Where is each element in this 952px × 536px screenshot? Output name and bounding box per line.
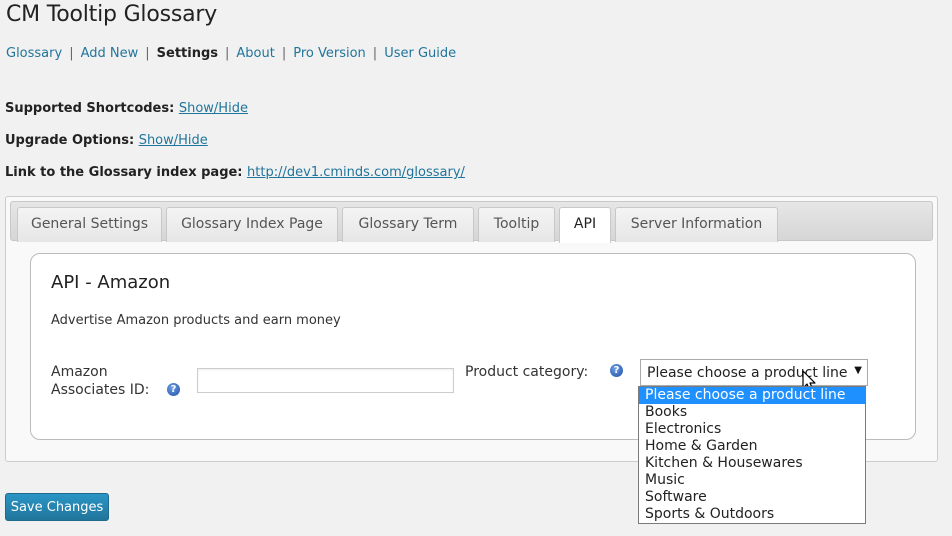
associates-id-input[interactable] xyxy=(197,368,454,393)
subnav-separator: | xyxy=(145,46,150,61)
index-page-label: Link to the Glossary index page: xyxy=(5,165,243,180)
subnav-separator: | xyxy=(372,46,378,61)
dropdown-option[interactable]: Software xyxy=(639,489,865,506)
tab-general-settings[interactable]: General Settings xyxy=(17,207,162,242)
help-icon[interactable]: ? xyxy=(610,364,623,377)
subnav-pro-version[interactable]: Pro Version xyxy=(293,46,366,61)
subnav-about[interactable]: About xyxy=(236,46,274,61)
product-category-dropdown: Please choose a product line Books Electro… xyxy=(638,386,866,524)
chevron-down-icon: ▼ xyxy=(854,365,862,376)
subnav-glossary[interactable]: Glossary xyxy=(6,46,62,61)
product-category-label: Product category: xyxy=(465,364,589,380)
dropdown-option[interactable]: Kitchen & Housewares xyxy=(639,455,865,472)
product-category-select[interactable]: Please choose a product line ▼ xyxy=(640,359,868,386)
index-page-line: Link to the Glossary index page: http://… xyxy=(5,165,465,180)
dropdown-option[interactable]: Music xyxy=(639,472,865,489)
dropdown-option[interactable]: Home & Garden xyxy=(639,438,865,455)
subnav-separator: | xyxy=(225,46,230,61)
shortcodes-label: Supported Shortcodes: xyxy=(5,101,175,116)
panel-description: Advertise Amazon products and earn money xyxy=(51,313,341,328)
save-changes-button[interactable]: Save Changes xyxy=(5,493,109,521)
dropdown-option[interactable]: Please choose a product line xyxy=(639,387,865,404)
subnav-settings: Settings xyxy=(156,46,219,61)
associates-id-label-line2: Associates ID: xyxy=(51,382,150,398)
subnav-separator: | xyxy=(281,46,287,61)
dropdown-option[interactable]: Electronics xyxy=(639,421,865,438)
shortcodes-toggle-link[interactable]: Show/Hide xyxy=(179,101,248,116)
shortcodes-line: Supported Shortcodes: Show/Hide xyxy=(5,101,248,116)
upgrade-toggle-link[interactable]: Show/Hide xyxy=(139,133,208,148)
associates-id-label-line1: Amazon xyxy=(51,364,108,380)
tab-bar: General Settings Glossary Index Page Glo… xyxy=(10,201,933,243)
tab-glossary-term[interactable]: Glossary Term xyxy=(342,207,474,242)
tab-glossary-index-page[interactable]: Glossary Index Page xyxy=(166,207,338,242)
settings-subnav: Glossary | Add New | Settings | About | Pro Vers… xyxy=(6,46,456,61)
dropdown-option[interactable]: Sports & Outdoors xyxy=(639,506,865,523)
index-page-link[interactable]: http://dev1.cminds.com/glossary/ xyxy=(247,165,465,180)
panel-title: API - Amazon xyxy=(51,272,171,293)
subnav-separator: | xyxy=(69,46,74,61)
upgrade-label: Upgrade Options: xyxy=(5,133,135,148)
tab-tooltip[interactable]: Tooltip xyxy=(478,207,555,242)
help-icon[interactable]: ? xyxy=(167,383,180,396)
dropdown-option[interactable]: Books xyxy=(639,404,865,421)
tab-api[interactable]: API xyxy=(559,207,611,243)
tab-server-information[interactable]: Server Information xyxy=(615,207,778,242)
associates-id-label: Amazon Associates ID: xyxy=(51,363,149,399)
subnav-add-new[interactable]: Add New xyxy=(81,46,139,61)
upgrade-line: Upgrade Options: Show/Hide xyxy=(5,133,208,148)
page-title: CM Tooltip Glossary xyxy=(6,2,218,27)
subnav-user-guide[interactable]: User Guide xyxy=(384,46,456,61)
